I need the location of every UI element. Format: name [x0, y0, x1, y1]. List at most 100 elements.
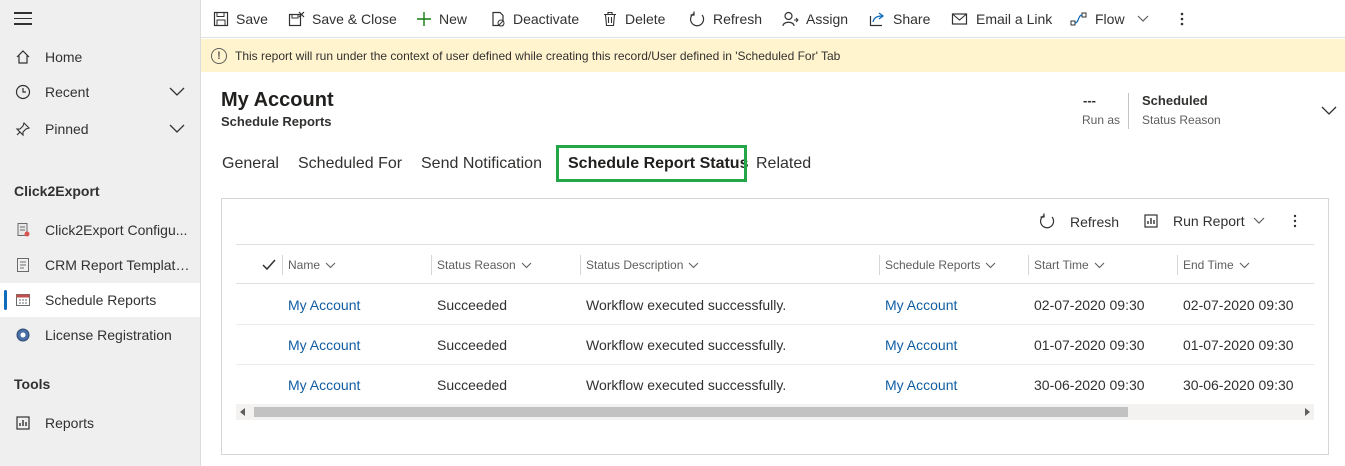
record-title: My Account	[221, 89, 334, 111]
flow-label: Flow	[1095, 11, 1125, 27]
sidebar-item-recent[interactable]: Recent	[0, 75, 200, 109]
deactivate-label: Deactivate	[513, 11, 580, 27]
column-header-end-time[interactable]: End Time	[1177, 245, 1250, 285]
save-icon	[213, 11, 229, 27]
scroll-left-arrow-icon[interactable]	[240, 408, 245, 416]
tab-scheduled-for[interactable]: Scheduled For	[298, 155, 402, 173]
tab-related[interactable]: Related	[756, 155, 811, 173]
run-report-button[interactable]: Run Report	[1143, 213, 1265, 229]
name-link[interactable]: My Account	[288, 285, 360, 325]
sidebar-item-reports[interactable]: Reports	[0, 406, 200, 440]
chevron-down-icon[interactable]	[168, 84, 186, 101]
info-warning-icon: !	[211, 47, 227, 64]
save-label: Save	[236, 11, 268, 27]
schedule-reports-link[interactable]: My Account	[885, 285, 957, 325]
scroll-right-arrow-icon[interactable]	[1305, 408, 1310, 416]
email-icon	[951, 13, 968, 25]
end-time-cell: 02-07-2020 09:30	[1183, 297, 1294, 313]
table-row[interactable]: My Account Succeeded Workflow executed s…	[236, 285, 1314, 325]
table-row[interactable]: My Account Succeeded Workflow executed s…	[236, 325, 1314, 365]
expand-header-chevron-icon[interactable]	[1320, 104, 1338, 120]
sidebar-item-label: Schedule Reports	[45, 292, 157, 308]
hamburger-menu-icon[interactable]	[14, 12, 32, 29]
share-icon	[869, 12, 885, 27]
sidebar-item-pinned[interactable]: Pinned	[0, 112, 200, 146]
subgrid-refresh-button[interactable]: Refresh	[1039, 213, 1119, 230]
delete-label: Delete	[625, 11, 666, 27]
command-bar: Save Save & Close New Deactivate Delete …	[201, 0, 1345, 38]
new-button[interactable]: New	[416, 0, 467, 38]
chevron-down-icon[interactable]	[168, 121, 186, 138]
sidebar-item-label: Click2Export Configu...	[45, 222, 188, 238]
share-label: Share	[893, 11, 931, 27]
highlight-box	[556, 145, 747, 182]
status-reason-label: Status Reason	[1142, 113, 1221, 127]
record-entity-name: Schedule Reports	[221, 114, 332, 129]
scrollbar-thumb[interactable]	[254, 407, 1128, 417]
status-description-cell: Workflow executed successfully.	[586, 377, 787, 393]
name-link[interactable]: My Account	[288, 325, 360, 365]
status-reason-value: Scheduled	[1142, 93, 1208, 108]
sidebar-item-schedule-reports[interactable]: Schedule Reports	[0, 283, 200, 317]
sidebar-item-home[interactable]: Home	[0, 40, 200, 74]
home-icon	[14, 48, 32, 66]
deactivate-button[interactable]: Deactivate	[490, 0, 579, 38]
save-button[interactable]: Save	[213, 0, 268, 38]
run-report-label: Run Report	[1173, 213, 1245, 229]
save-close-label: Save & Close	[312, 11, 397, 27]
save-close-button[interactable]: Save & Close	[288, 0, 397, 38]
column-header-status-reason[interactable]: Status Reason	[431, 245, 532, 285]
delete-button[interactable]: Delete	[602, 0, 665, 38]
refresh-icon	[1040, 213, 1055, 229]
group-header-tools: Tools	[14, 376, 51, 392]
status-reason-cell: Succeeded	[437, 337, 508, 353]
share-button[interactable]: Share	[869, 0, 930, 38]
horizontal-scrollbar[interactable]	[236, 404, 1314, 420]
status-reason-cell: Succeeded	[437, 297, 508, 313]
more-vertical-icon	[1293, 214, 1297, 228]
schedule-reports-link[interactable]: My Account	[885, 325, 957, 365]
group-header-click2export: Click2Export	[14, 183, 100, 199]
email-link-label: Email a Link	[976, 11, 1053, 27]
sidebar-item-label: CRM Report Templates	[45, 257, 190, 273]
sidebar: Home Recent Pinned Click2Export Click2Ex…	[0, 0, 201, 466]
table-row[interactable]: My Account Succeeded Workflow executed s…	[236, 365, 1314, 405]
end-time-cell: 01-07-2020 09:30	[1183, 337, 1294, 353]
chevron-down-icon	[521, 262, 532, 268]
schedule-reports-link[interactable]: My Account	[885, 365, 957, 405]
tab-general[interactable]: General	[222, 155, 279, 173]
subgrid-more-button[interactable]	[1292, 213, 1298, 229]
column-header-start-time[interactable]: Start Time	[1028, 245, 1105, 285]
chevron-down-icon[interactable]	[1137, 15, 1149, 23]
refresh-icon	[690, 11, 705, 26]
sidebar-item-crm-report-templates[interactable]: CRM Report Templates	[0, 248, 200, 282]
end-time-cell: 30-06-2020 09:30	[1183, 377, 1294, 393]
refresh-button[interactable]: Refresh	[689, 0, 762, 38]
chevron-down-icon[interactable]	[1253, 217, 1265, 225]
pin-icon	[14, 120, 32, 138]
sidebar-item-label: License Registration	[45, 327, 172, 343]
sidebar-item-click2export-config[interactable]: Click2Export Configu...	[0, 213, 200, 247]
chevron-down-icon	[325, 262, 336, 268]
sidebar-item-label: Reports	[45, 415, 95, 431]
run-as-label: Run as	[1082, 113, 1121, 127]
name-link[interactable]: My Account	[288, 365, 360, 405]
sidebar-item-license-registration[interactable]: License Registration	[0, 318, 200, 352]
assign-label: Assign	[806, 11, 849, 27]
email-link-button[interactable]: Email a Link	[951, 0, 1052, 38]
tab-send-notification[interactable]: Send Notification	[421, 155, 542, 173]
more-commands-button[interactable]	[1179, 0, 1192, 38]
select-all-checkmark-icon[interactable]	[262, 258, 276, 274]
column-header-name[interactable]: Name	[281, 245, 336, 285]
license-icon	[14, 326, 32, 344]
save-close-icon	[288, 11, 305, 27]
calendar-icon	[14, 291, 32, 309]
column-header-status-description[interactable]: Status Description	[579, 245, 699, 285]
chevron-down-icon	[1239, 262, 1250, 268]
deactivate-icon	[492, 11, 505, 27]
assign-button[interactable]: Assign	[782, 0, 848, 38]
column-header-schedule-reports[interactable]: Schedule Reports	[878, 245, 996, 285]
chevron-down-icon	[1094, 262, 1105, 268]
flow-button[interactable]: Flow	[1070, 0, 1156, 38]
sidebar-item-label: Pinned	[45, 121, 89, 137]
